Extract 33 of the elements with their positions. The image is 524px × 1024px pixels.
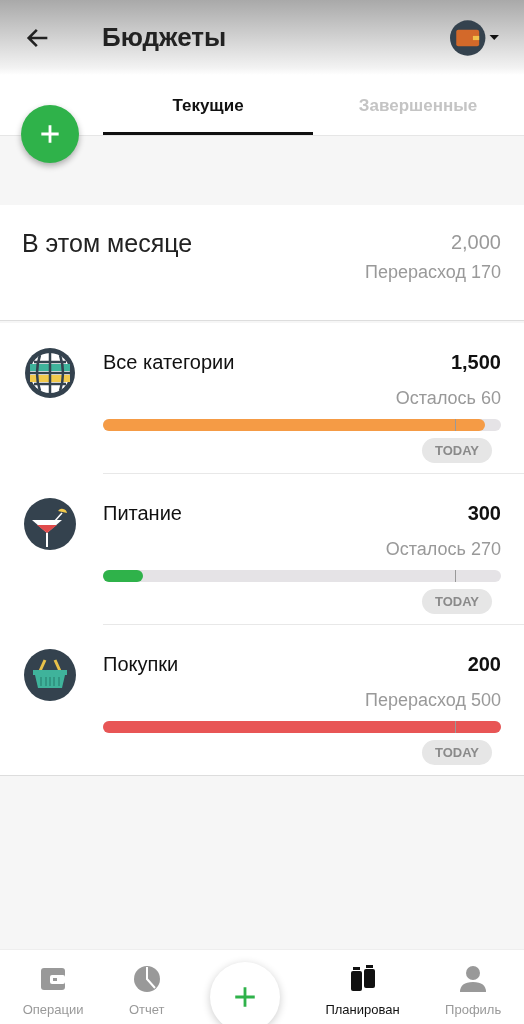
tab[interactable]: Завершенные [313, 75, 523, 135]
summary-note: Перерасход 170 [365, 262, 501, 283]
budget-name: Питание [103, 502, 182, 525]
cocktail-glass-icon [24, 498, 76, 550]
nav-item[interactable]: Профиль [445, 957, 502, 1017]
page-title: Бюджеты [102, 22, 228, 53]
pie-chart-icon [131, 963, 162, 994]
budget-name: Покупки [103, 653, 179, 676]
summary-amount: 2,000 [450, 231, 501, 254]
nav-item[interactable]: Планирован [325, 957, 400, 1017]
budget-name: Все категории [103, 351, 235, 374]
tab[interactable]: Текущие [103, 75, 313, 135]
budget-note: Осталось 270 [385, 539, 501, 560]
budget-amount: 1,500 [450, 351, 501, 374]
person-icon [458, 963, 489, 994]
today-tick [455, 721, 457, 733]
summary-title: В этом месяце [22, 229, 193, 259]
budget-amount: 200 [467, 653, 501, 676]
globe-icon [24, 347, 76, 399]
budget-note: Перерасход 500 [365, 690, 501, 711]
today-tick [455, 570, 457, 582]
today-marker: TODAY [421, 589, 492, 614]
budget-note: Осталось 60 [395, 388, 501, 409]
add-budget-button[interactable] [21, 105, 79, 163]
basket-icon [24, 649, 76, 701]
nav-item[interactable]: Операции [22, 957, 84, 1017]
today-tick [455, 419, 457, 431]
today-marker: TODAY [421, 740, 492, 765]
nav-item[interactable]: Отчет [128, 957, 165, 1017]
plus-icon [232, 984, 258, 1010]
budget-amount: 300 [467, 502, 501, 525]
today-marker: TODAY [421, 438, 492, 463]
wallet-account-icon[interactable] [450, 19, 500, 56]
